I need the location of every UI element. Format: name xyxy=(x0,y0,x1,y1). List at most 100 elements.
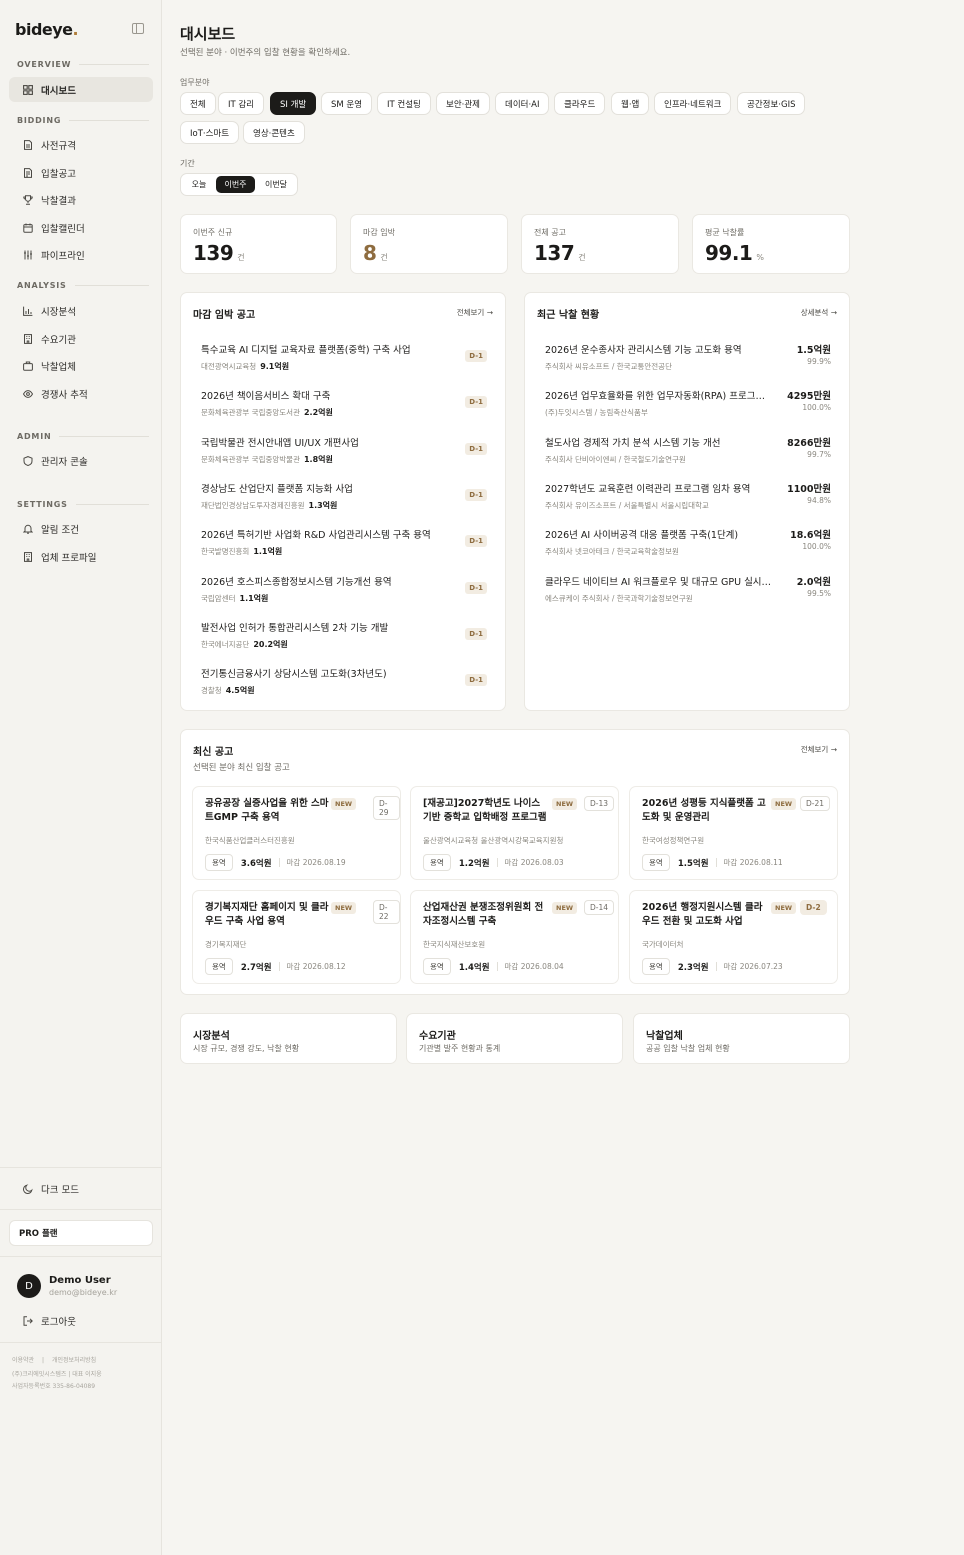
period-this-month[interactable]: 이번달 xyxy=(257,176,295,193)
notice-card[interactable]: 산업재산권 분쟁조정위원회 전자조정시스템 구축 NEW D-14 한국지식재산보호원… xyxy=(410,890,619,984)
award-rate: 94.8% xyxy=(807,495,831,505)
award-item-title: 2026년 운수종사자 관리시스템 기능 고도화 용역 xyxy=(545,345,742,356)
divider xyxy=(0,1256,161,1257)
notice-amount: 3.6억원 xyxy=(240,858,272,869)
field-chip-infra-network[interactable]: 인프라·네트워크 xyxy=(654,92,732,115)
sidebar-item-market[interactable]: 시장분석 xyxy=(9,298,153,323)
view-all-link[interactable]: 전체보기 → xyxy=(801,744,837,755)
calendar-icon xyxy=(23,223,33,233)
field-chip-data-ai[interactable]: 데이터·AI xyxy=(495,92,550,115)
deadline-item[interactable]: 2026년 특허기반 사업화 R&D 사업관리시스템 구축 용역 한국발명진흥회 1… xyxy=(201,527,487,557)
field-chip-sm-ops[interactable]: SM 운영 xyxy=(321,92,373,115)
award-item-title: 클라우드 네이티브 AI 워크플로우 및 대규모 GPU 실시간 모니터링 xyxy=(545,576,773,588)
deadline-item[interactable]: 2026년 호스피스종합정보시스템 기능개선 용역 국립암센터 1.1억원 D-1 xyxy=(201,574,487,604)
award-item[interactable]: 클라우드 네이티브 AI 워크플로우 및 대규모 GPU 실시간 모니터링에스큐… xyxy=(545,574,831,604)
dday-badge: D-13 xyxy=(584,796,615,811)
deadline-item-meta: 국립암센터 1.1억원 xyxy=(201,593,269,603)
dday-badge: D-22 xyxy=(373,900,400,924)
dday-badge: D-1 xyxy=(465,350,487,362)
quick-link-winners[interactable]: 낙찰업체 공공 입찰 낙찰 업체 현황 xyxy=(633,1013,850,1064)
field-chip-gis[interactable]: 공간정보·GIS xyxy=(737,92,806,115)
sidebar-item-calendar[interactable]: 입찰캘린더 xyxy=(9,215,153,240)
field-chip-cloud[interactable]: 클라우드 xyxy=(554,92,606,115)
sidebar-item-company-profile[interactable]: 업체 프로파일 xyxy=(9,544,153,569)
deadline-item[interactable]: 경상남도 산업단지 플랫폼 지능화 사업 재단법인경상남도투자경제진흥원 1.3억원… xyxy=(201,481,487,511)
logout-button[interactable]: 로그아웃 xyxy=(9,1308,153,1333)
field-chip-si-dev[interactable]: SI 개발 xyxy=(270,92,317,115)
quick-link-demand[interactable]: 수요기관 기관별 발주 현황과 통계 xyxy=(406,1013,623,1064)
award-item[interactable]: 2026년 업무효율화를 위한 업무자동화(RPA) 프로그램 개발 (주)두잇시… xyxy=(545,388,831,418)
deadline-item[interactable]: 발전사업 인허가 통합관리시스템 2차 기능 개발 한국에너지공단 20.2억원 D-… xyxy=(201,620,487,650)
sidebar-item-alerts[interactable]: 알림 조건 xyxy=(9,516,153,541)
notice-card-org: 한국식품산업클러스터진흥원 xyxy=(205,836,295,845)
field-chip-it-audit[interactable]: IT 감리 xyxy=(218,92,265,115)
divider xyxy=(0,1167,161,1168)
panel-title: 마감 임박 공고 xyxy=(193,310,256,321)
avatar[interactable]: D xyxy=(17,1274,41,1298)
field-chip-web-app[interactable]: 웹·앱 xyxy=(611,92,650,115)
award-item[interactable]: 2026년 운수종사자 관리시스템 기능 고도화 용역 주식회사 씨유소프트 / … xyxy=(545,342,831,372)
stat-card-new: 이번주 신규 139 건 xyxy=(180,214,337,274)
field-chip-iot[interactable]: IoT·스마트 xyxy=(180,121,240,144)
notice-card-title: 2026년 행정지원시스템 클라우드 전환 및 고도화 사업 xyxy=(642,902,763,927)
sidebar-collapse-icon[interactable] xyxy=(132,23,144,34)
sidebar-item-notice[interactable]: 입찰공고 xyxy=(9,160,153,185)
deadline-item-meta: 대전광역시교육청 9.1억원 xyxy=(201,362,290,371)
deadline-item[interactable]: 2026년 책이음서비스 확대 구축 문화체육관광부 국립중앙도서관 2.2억원 D-… xyxy=(201,388,487,418)
stat-value: 137 xyxy=(534,241,575,265)
sidebar-item-demand[interactable]: 수요기관 xyxy=(9,326,153,351)
notice-due: 마감 2026.08.04 xyxy=(504,962,564,971)
sidebar-item-result[interactable]: 낙찰결과 xyxy=(9,187,153,212)
deadline-item-title: 특수교육 AI 디지털 교육자료 플랫폼(중학) 구축 사업 xyxy=(201,345,411,356)
notice-due: 마감 2026.08.03 xyxy=(504,858,564,867)
stat-value: 99.1 xyxy=(705,241,753,265)
notice-card[interactable]: [재공고]2027학년도 나이스기반 중학교 입학배정 프로그램 NEW D-13 울… xyxy=(410,786,619,880)
sidebar-item-winners[interactable]: 낙찰업체 xyxy=(9,353,153,378)
deadline-item-title: 2026년 특허기반 사업화 R&D 사업관리시스템 구축 용역 xyxy=(201,530,431,542)
deadline-item[interactable]: 전기통신금융사기 상담시스템 고도화(3차년도) 경찰청 4.5억원 D-1 xyxy=(201,666,487,696)
sidebar-item-pipeline[interactable]: 파이프라인 xyxy=(9,242,153,267)
award-item-meta: 에스큐케이 주식회사 / 한국과학기술정보연구원 xyxy=(545,593,693,603)
field-chip-security[interactable]: 보안·관제 xyxy=(436,92,490,115)
new-badge: NEW xyxy=(331,798,357,810)
sidebar-item-admin-console[interactable]: 관리자 콘솔 xyxy=(9,448,153,473)
dday-badge: D-1 xyxy=(465,488,487,501)
trophy-icon xyxy=(23,194,33,205)
award-item[interactable]: 철도사업 경제적 가치 분석 시스템 기능 개선 주식회사 단비아이엔씨 / 한국… xyxy=(545,435,831,465)
award-item-title: 2027학년도 교육훈련 이력관리 프로그램 임차 용역 xyxy=(545,483,751,495)
separator xyxy=(278,962,280,971)
notice-card[interactable]: 공유공장 실증사업을 위한 스마트GMP 구축 용역 NEW D-29 한국식품산업클… xyxy=(192,786,401,880)
dark-mode-toggle[interactable]: 다크 모드 xyxy=(9,1176,153,1201)
field-chip-it-consulting[interactable]: IT 컨설팅 xyxy=(377,92,431,115)
new-badge: NEW xyxy=(771,902,797,914)
plan-badge[interactable]: PRO 플랜 xyxy=(9,1220,153,1246)
deadline-item[interactable]: 국립박물관 전시안내앱 UI/UX 개편사업 문화체육관광부 국립중앙박물관 1.8… xyxy=(201,435,487,465)
terms-link[interactable]: 이용약관 xyxy=(12,1357,34,1364)
period-this-week[interactable]: 이번주 xyxy=(216,176,255,193)
award-item[interactable]: 2027학년도 교육훈련 이력관리 프로그램 임차 용역 주식회사 유이즈소프트 … xyxy=(545,481,831,511)
notice-card[interactable]: 2026년 성평등 지식플랫폼 고도화 및 운영관리 NEW D-21 한국여성정책연… xyxy=(629,786,838,880)
notice-card[interactable]: 경기복지재단 홈페이지 및 클라우드 구축 사업 용역 NEW D-22 경기복지재단… xyxy=(192,890,401,984)
detail-analysis-link[interactable]: 상세분석 → xyxy=(801,307,837,318)
stat-value: 139 xyxy=(193,241,234,265)
award-item[interactable]: 2026년 AI 사이버공격 대응 플랫폼 구축(1단계) 주식회사 넷코아테크 … xyxy=(545,527,831,557)
view-all-link[interactable]: 전체보기 → xyxy=(457,307,493,318)
award-amount: 4295만원 xyxy=(787,391,831,403)
logo[interactable]: bideye. xyxy=(15,20,79,39)
award-item-meta: (주)두잇시스템 / 농림축산식품부 xyxy=(545,408,648,418)
award-item-meta: 주식회사 넷코아테크 / 한국교육학술정보원 xyxy=(545,547,679,557)
notice-card-title: 공유공장 실증사업을 위한 스마트GMP 구축 용역 xyxy=(205,798,329,823)
privacy-link[interactable]: 개인정보처리방침 xyxy=(52,1357,96,1364)
award-rate: 99.5% xyxy=(807,588,831,598)
quick-link-market[interactable]: 시장분석 시장 규모, 경쟁 강도, 낙찰 현황 xyxy=(180,1013,397,1064)
sidebar-item-prespec[interactable]: 사전규격 xyxy=(9,132,153,157)
dday-badge: D-29 xyxy=(373,796,400,820)
deadline-item[interactable]: 특수교육 AI 디지털 교육자료 플랫폼(중학) 구축 사업대전광역시교육청 9.… xyxy=(201,342,487,372)
field-chip-all[interactable]: 전체 xyxy=(180,92,216,115)
sidebar-item-competitor[interactable]: 경쟁사 추적 xyxy=(9,381,153,406)
sidebar-item-dashboard[interactable]: 대시보드 xyxy=(9,77,153,102)
briefcase-icon xyxy=(23,361,33,371)
notice-card[interactable]: 2026년 행정지원시스템 클라우드 전환 및 고도화 사업 NEW D-2 국가데이… xyxy=(629,890,838,984)
field-chip-media[interactable]: 영상·콘텐츠 xyxy=(243,121,305,144)
period-today[interactable]: 오늘 xyxy=(183,176,215,193)
